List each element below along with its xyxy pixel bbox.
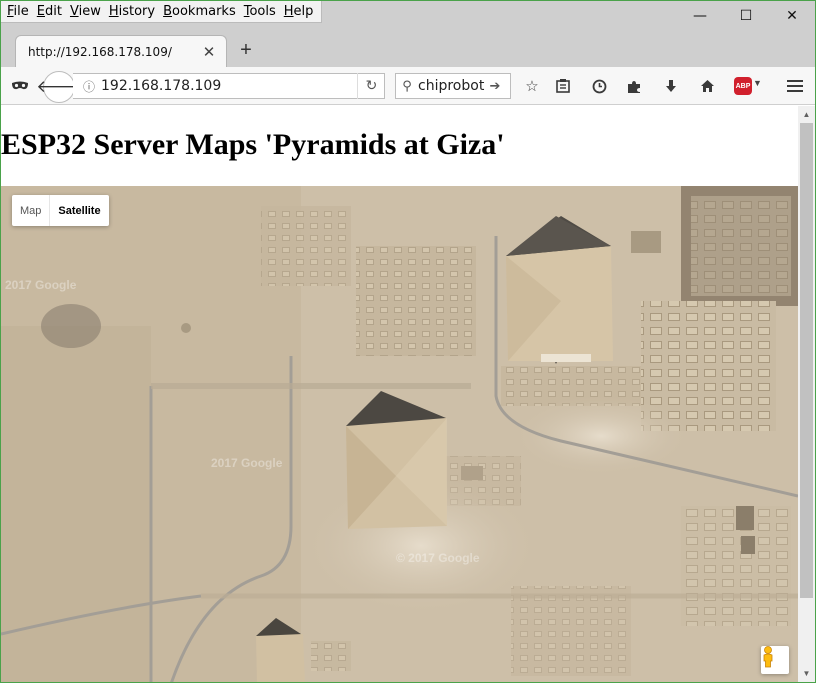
browser-window: File Edit View History Bookmarks Tools H…	[0, 0, 816, 683]
hamburger-menu-icon[interactable]	[784, 75, 806, 97]
search-bar[interactable]: ⚲ ➔	[395, 73, 511, 99]
private-mask-icon[interactable]	[9, 75, 31, 97]
map-type-control: Map Satellite	[12, 195, 109, 226]
nav-bar: 🡐 ⓘ 192.168.178.109 ↻ ⚲ ➔ ☆ ABP ▼	[1, 67, 815, 105]
page-content: ESP32 Server Maps 'Pyramids at Giza' 201…	[1, 106, 798, 682]
addons-puzzle-icon[interactable]	[623, 75, 645, 97]
url-bar[interactable]: ⓘ 192.168.178.109	[73, 73, 385, 99]
menu-tools[interactable]: Tools	[244, 4, 276, 19]
url-text[interactable]: 192.168.178.109	[101, 78, 221, 94]
history-clock-icon[interactable]	[588, 75, 610, 97]
scroll-down-arrow-icon[interactable]: ▼	[798, 665, 815, 682]
vertical-scrollbar[interactable]: ▲ ▼	[798, 106, 815, 682]
menu-file[interactable]: File	[7, 4, 29, 19]
menu-bar: File Edit View History Bookmarks Tools H…	[1, 1, 323, 23]
street-view-pegman-button[interactable]	[761, 646, 789, 674]
map-watermark: © 2017 Google	[396, 551, 480, 565]
maximize-button[interactable]: ☐	[723, 1, 769, 31]
window-controls: — ☐ ✕	[677, 1, 815, 31]
map-satellite-imagery	[1, 186, 798, 682]
home-icon[interactable]	[696, 75, 718, 97]
menu-view[interactable]: View	[70, 4, 101, 19]
bookmark-star-icon[interactable]: ☆	[521, 75, 543, 97]
satellite-map[interactable]: 2017 Google 2017 Google © 2017 Google Ma…	[1, 186, 798, 682]
tab-title: http://192.168.178.109/	[28, 44, 172, 59]
search-icon: ⚲	[402, 78, 412, 94]
download-arrow-icon[interactable]	[660, 75, 682, 97]
tab-strip: http://192.168.178.109/ ✕ +	[1, 35, 815, 67]
menu-edit[interactable]: Edit	[37, 4, 62, 19]
scrollbar-thumb[interactable]	[800, 123, 813, 598]
pegman-icon	[763, 646, 773, 668]
map-type-map-button[interactable]: Map	[12, 195, 51, 226]
site-info-icon[interactable]: ⓘ	[77, 78, 101, 95]
map-watermark: 2017 Google	[211, 456, 283, 470]
adblock-plus-icon[interactable]: ABP	[734, 77, 752, 95]
tab-active[interactable]: http://192.168.178.109/ ✕	[15, 35, 227, 67]
page-title: ESP32 Server Maps 'Pyramids at Giza'	[1, 128, 505, 161]
reload-icon[interactable]: ↻	[357, 73, 385, 99]
tab-close-icon[interactable]: ✕	[198, 43, 220, 61]
menu-help[interactable]: Help	[284, 4, 314, 19]
close-window-button[interactable]: ✕	[769, 1, 815, 31]
title-bar: File Edit View History Bookmarks Tools H…	[1, 1, 815, 35]
chevron-down-icon[interactable]: ▼	[753, 78, 762, 88]
back-button[interactable]: 🡐	[36, 71, 82, 103]
scroll-up-arrow-icon[interactable]: ▲	[798, 106, 815, 123]
reading-list-icon[interactable]	[552, 75, 574, 97]
new-tab-button[interactable]: +	[234, 39, 258, 63]
search-input[interactable]	[418, 78, 486, 94]
map-type-satellite-button[interactable]: Satellite	[50, 195, 108, 226]
minimize-button[interactable]: —	[677, 1, 723, 31]
menu-history[interactable]: History	[109, 4, 155, 19]
map-watermark: 2017 Google	[5, 278, 77, 292]
menu-bookmarks[interactable]: Bookmarks	[163, 4, 236, 19]
search-go-icon[interactable]: ➔	[486, 79, 504, 94]
